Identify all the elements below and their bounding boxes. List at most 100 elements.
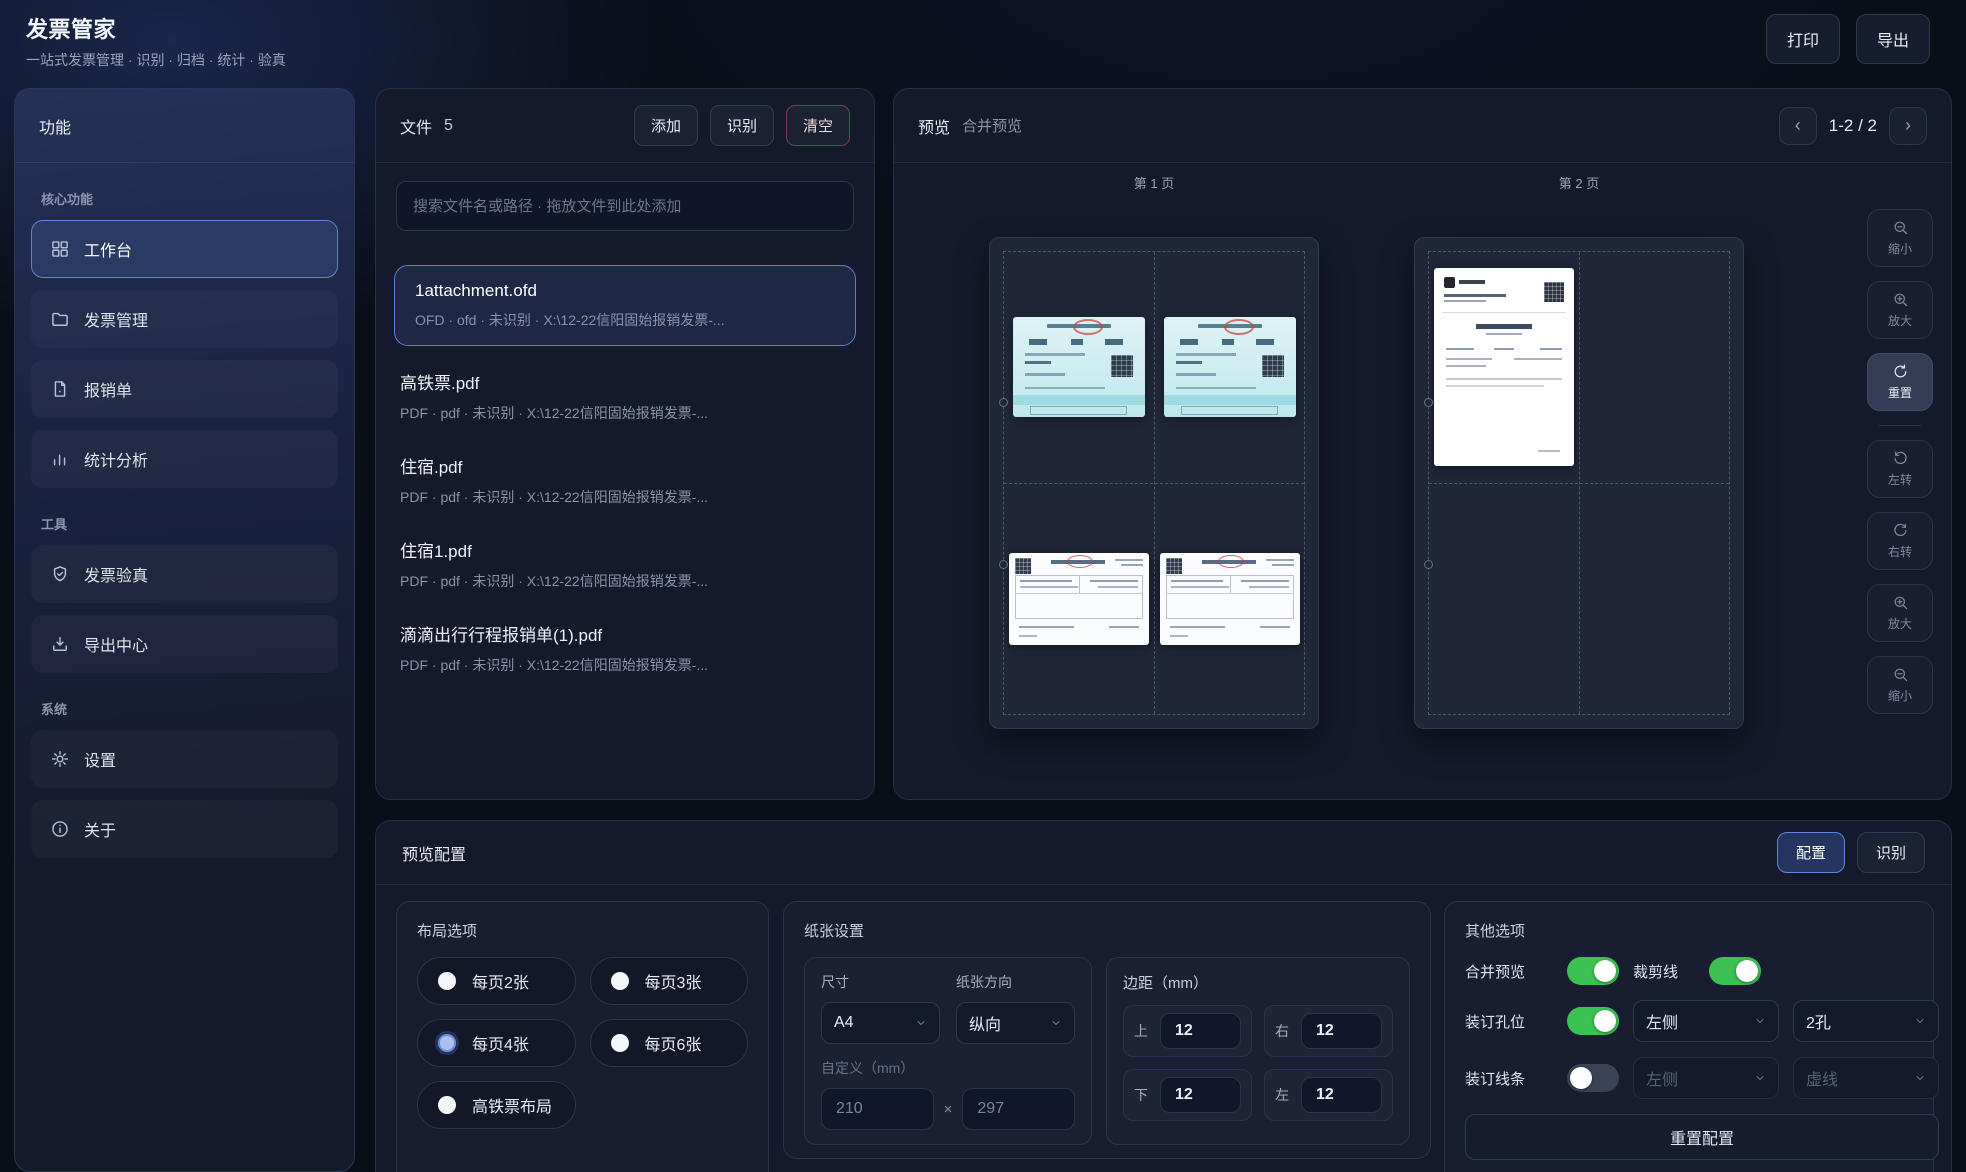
binding-line-label: 装订线条 (1465, 1068, 1553, 1089)
radio-icon (611, 972, 629, 990)
binding-hole (1424, 398, 1433, 407)
file-list-item[interactable]: 滴滴出行行程报销单(1).pdf PDF · pdf · 未识别 · X:\12… (376, 606, 874, 690)
zoom-in-icon (1892, 291, 1909, 308)
zoom-in-button[interactable]: 放大 (1867, 281, 1933, 339)
preview-mode-label: 合并预览 (962, 115, 1022, 136)
binding-holes-toggle[interactable] (1567, 1007, 1619, 1035)
sidebar-item-workbench[interactable]: 工作台 (31, 220, 338, 278)
scale-down-button[interactable]: 缩小 (1867, 656, 1933, 714)
app-header: 发票管家 一站式发票管理 · 识别 · 归档 · 统计 · 验真 (26, 12, 286, 70)
times-separator: × (944, 1101, 953, 1118)
reset-config-button[interactable]: 重置配置 (1465, 1114, 1939, 1160)
file-name: 住宿1.pdf (400, 537, 850, 562)
margin-top-cell: 上 (1123, 1005, 1252, 1057)
file-search-input[interactable] (396, 181, 854, 231)
file-name: 滴滴出行行程报销单(1).pdf (400, 621, 850, 646)
layout-option-4-per-page[interactable]: 每页4张 (417, 1019, 576, 1067)
preview-page-2 (1414, 237, 1744, 729)
add-file-button[interactable]: 添加 (634, 105, 698, 146)
file-meta: PDF · pdf · 未识别 · X:\12-22信阳固始报销发票-... (400, 487, 850, 507)
sidebar-item-invoices[interactable]: 发票管理 (31, 290, 338, 348)
trip-report-thumbnail (1434, 268, 1574, 466)
zoom-out-button[interactable]: 缩小 (1867, 209, 1933, 267)
file-list-item[interactable]: 高铁票.pdf PDF · pdf · 未识别 · X:\12-22信阳固始报销… (376, 354, 874, 438)
sidebar-item-expense[interactable]: 报销单 (31, 360, 338, 418)
preview-page-1 (989, 237, 1319, 729)
binding-holes-count-select[interactable]: 2孔 (1793, 1000, 1939, 1042)
export-button[interactable]: 导出 (1856, 14, 1930, 64)
paper-size-select[interactable]: A4 (821, 1002, 940, 1044)
margin-left-input[interactable] (1301, 1077, 1382, 1113)
page-1-label: 第 1 页 (989, 173, 1319, 192)
margin-bottom-input[interactable] (1160, 1077, 1241, 1113)
rotate-left-button[interactable]: 左转 (1867, 440, 1933, 498)
shield-check-icon (50, 564, 70, 584)
sidebar-item-export-center[interactable]: 导出中心 (31, 615, 338, 673)
tab-recognize[interactable]: 识别 (1857, 832, 1925, 873)
file-meta: PDF · pdf · 未识别 · X:\12-22信阳固始报销发票-... (400, 571, 850, 591)
sidebar: 功能 核心功能 工作台 发票管理 报销单 统计分析 工具 发票验真 导出中心 系… (14, 88, 355, 1172)
rotate-right-button[interactable]: 右转 (1867, 512, 1933, 570)
file-list: 1attachment.ofd OFD · ofd · 未识别 · X:\12-… (376, 265, 874, 690)
binding-line-side-select[interactable]: 左侧 (1633, 1057, 1779, 1099)
tab-config[interactable]: 配置 (1777, 832, 1845, 873)
margin-top-input[interactable] (1160, 1013, 1241, 1049)
train-ticket-thumbnail (1013, 317, 1145, 417)
custom-height-input[interactable] (962, 1088, 1075, 1130)
file-meta: PDF · pdf · 未识别 · X:\12-22信阳固始报销发票-... (400, 403, 850, 423)
config-title: 预览配置 (402, 841, 466, 865)
preview-title: 预览 (918, 114, 950, 138)
merge-preview-label: 合并预览 (1465, 961, 1553, 982)
orientation-label: 纸张方向 (956, 972, 1075, 992)
files-count: 5 (444, 117, 453, 135)
layout-option-2-per-page[interactable]: 每页2张 (417, 957, 576, 1005)
chevron-down-icon (1914, 1015, 1926, 1027)
orientation-select[interactable]: 纵向 (956, 1002, 1075, 1044)
sidebar-item-about[interactable]: 关于 (31, 800, 338, 858)
recognize-files-button[interactable]: 识别 (710, 105, 774, 146)
scale-up-button[interactable]: 放大 (1867, 584, 1933, 642)
file-list-item[interactable]: 住宿1.pdf PDF · pdf · 未识别 · X:\12-22信阳固始报销… (376, 522, 874, 606)
sidebar-item-verify[interactable]: 发票验真 (31, 545, 338, 603)
radio-icon (438, 972, 456, 990)
margin-right-label: 右 (1275, 1021, 1291, 1041)
prev-page-button[interactable]: ‹ (1779, 107, 1817, 145)
header-actions: 打印 导出 (1766, 14, 1930, 64)
clear-files-button[interactable]: 清空 (786, 105, 850, 146)
custom-width-input[interactable] (821, 1088, 934, 1130)
size-label: 尺寸 (821, 972, 940, 992)
grid-icon (50, 239, 70, 259)
reset-zoom-button[interactable]: 重置 (1867, 353, 1933, 411)
merge-preview-toggle[interactable] (1567, 957, 1619, 985)
layout-option-3-per-page[interactable]: 每页3张 (590, 957, 749, 1005)
sidebar-item-settings[interactable]: 设置 (31, 730, 338, 788)
sidebar-item-stats[interactable]: 统计分析 (31, 430, 338, 488)
files-panel: 文件 5 添加 识别 清空 1attachment.ofd OFD · ofd … (375, 88, 875, 800)
print-button[interactable]: 打印 (1766, 14, 1840, 64)
sidebar-item-label: 关于 (84, 817, 116, 841)
file-list-item[interactable]: 1attachment.ofd OFD · ofd · 未识别 · X:\12-… (394, 265, 856, 346)
chevron-down-icon (1914, 1072, 1926, 1084)
sidebar-item-label: 统计分析 (84, 447, 148, 471)
binding-line-toggle[interactable] (1567, 1064, 1619, 1092)
sidebar-item-label: 发票验真 (84, 562, 148, 586)
margin-right-input[interactable] (1301, 1013, 1382, 1049)
binding-holes-side-select[interactable]: 左侧 (1633, 1000, 1779, 1042)
folder-icon (50, 309, 70, 329)
crop-line-toggle[interactable] (1709, 957, 1761, 985)
preview-config-panel: 预览配置 配置 识别 布局选项 每页2张 每页3张 每页4张 (375, 820, 1952, 1172)
sidebar-item-label: 导出中心 (84, 632, 148, 656)
binding-line-style-select[interactable]: 虚线 (1793, 1057, 1939, 1099)
file-list-item[interactable]: 住宿.pdf PDF · pdf · 未识别 · X:\12-22信阳固始报销发… (376, 438, 874, 522)
sidebar-item-label: 设置 (84, 747, 116, 771)
layout-option-train-ticket[interactable]: 高铁票布局 (417, 1081, 576, 1129)
zoom-out-icon (1892, 219, 1909, 236)
preview-toolbar: 缩小 放大 重置 左转 右转 放大 缩小 (1861, 209, 1939, 714)
next-page-button[interactable]: › (1889, 107, 1927, 145)
other-options-card: 其他选项 合并预览 裁剪线 装订孔位 左侧 2孔 装订线条 (1444, 901, 1934, 1172)
download-icon (50, 634, 70, 654)
crop-line-label: 裁剪线 (1633, 961, 1695, 982)
paper-settings-title: 纸张设置 (804, 920, 1410, 941)
app-subtitle: 一站式发票管理 · 识别 · 归档 · 统计 · 验真 (26, 50, 286, 70)
layout-option-6-per-page[interactable]: 每页6张 (590, 1019, 749, 1067)
